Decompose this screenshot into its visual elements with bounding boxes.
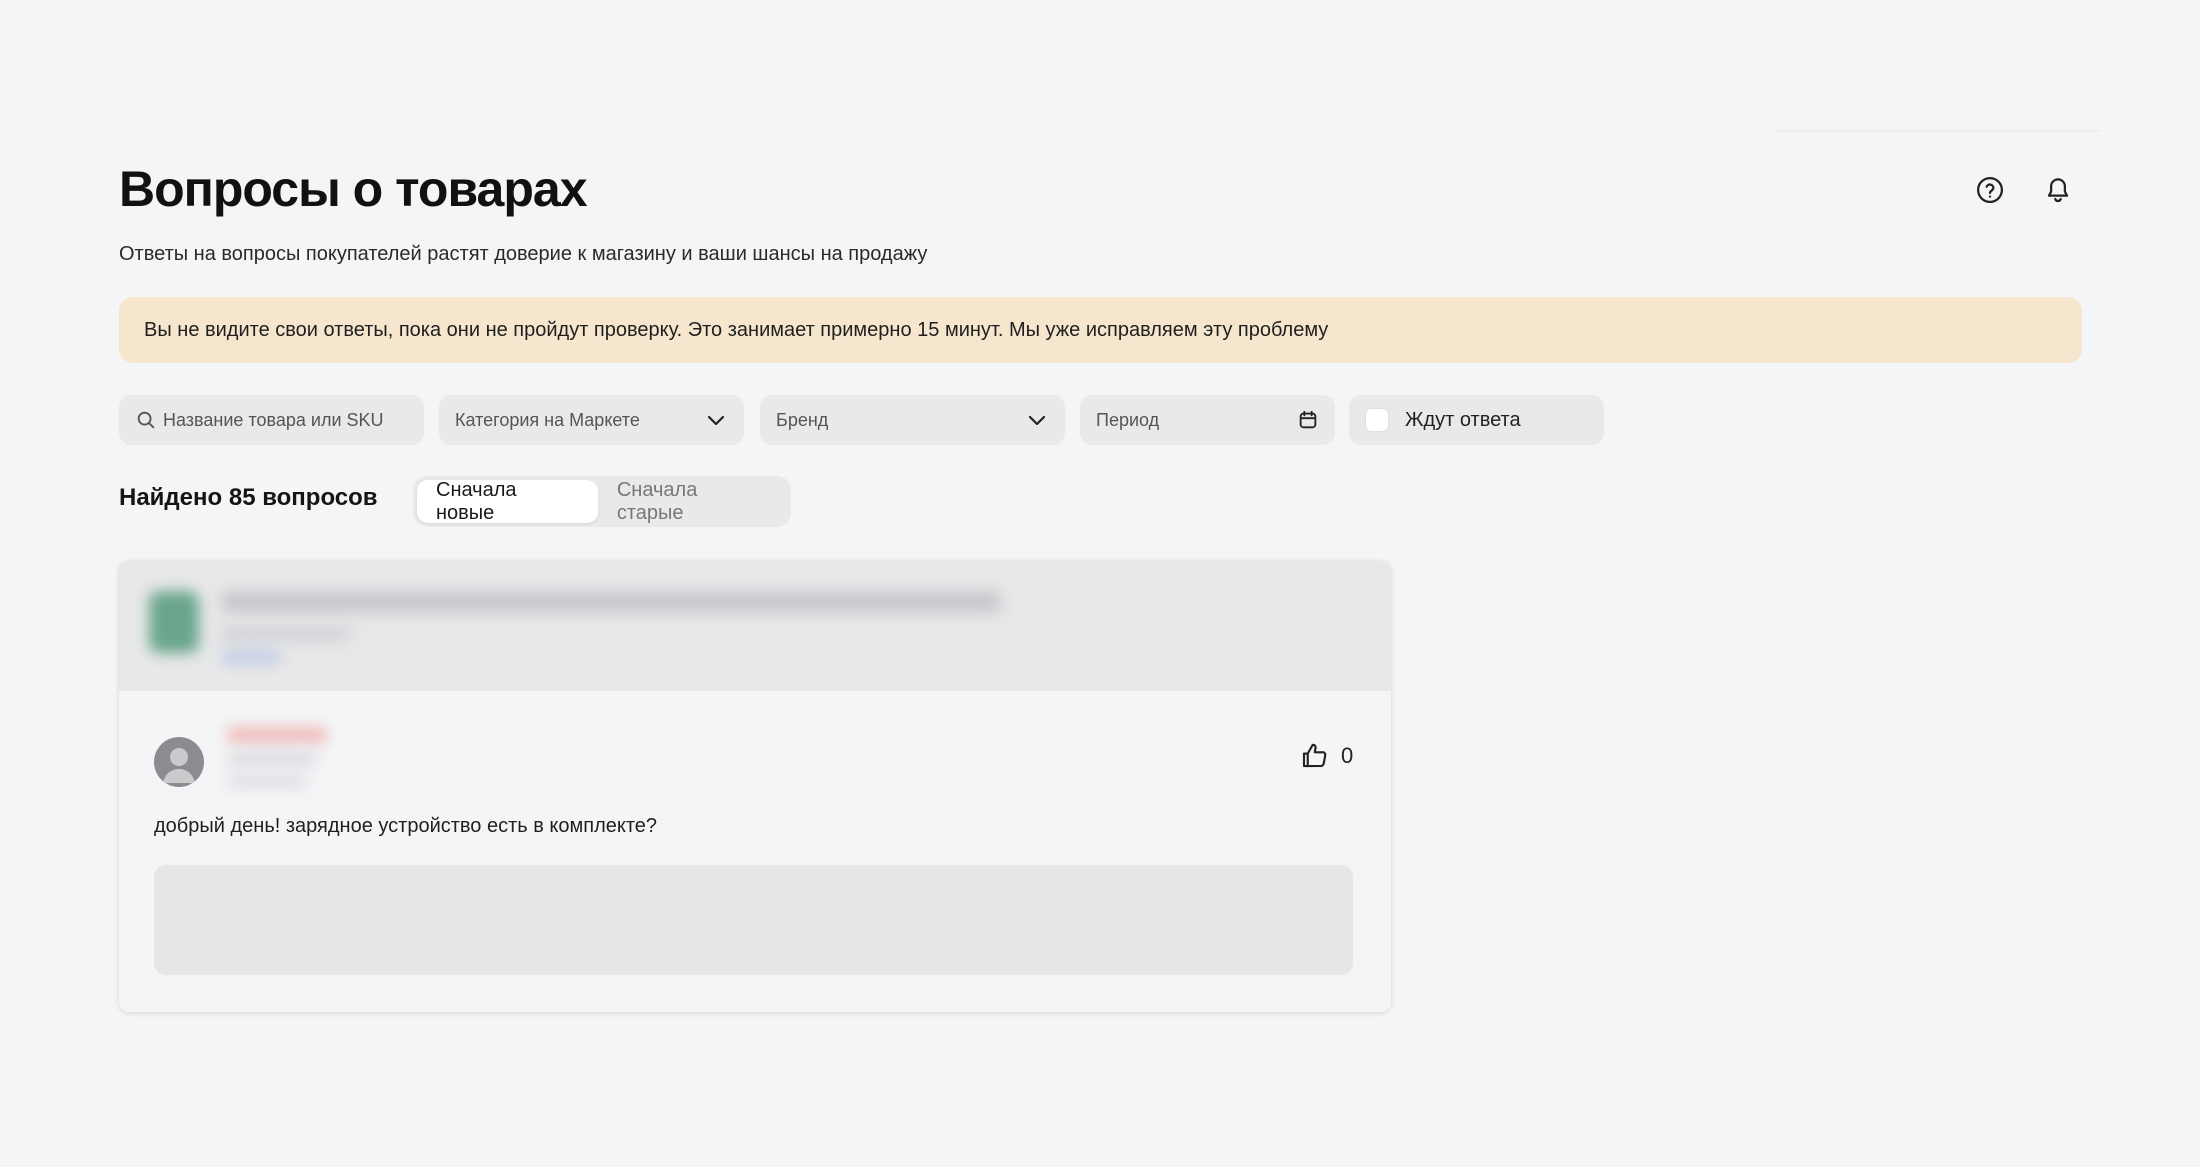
search-input[interactable]: Название товара или SKU (119, 395, 424, 445)
chevron-down-icon (1028, 415, 1046, 426)
bell-icon (2047, 178, 2069, 203)
question-card: 0 добрый день! зарядное устройство есть … (119, 561, 1391, 1012)
brand-label: Бренд (776, 409, 829, 430)
search-icon (137, 411, 155, 429)
top-divider (1775, 130, 2100, 132)
sort-oldest-button[interactable]: Сначала старые (598, 479, 787, 524)
author-meta-redacted (227, 753, 317, 765)
header-actions (1972, 172, 2076, 208)
awaiting-answer-label: Ждут ответа (1405, 408, 1521, 431)
product-image (149, 591, 199, 653)
calendar-icon (1299, 410, 1317, 429)
product-header[interactable] (119, 561, 1391, 691)
chevron-down-icon (707, 415, 725, 426)
period-picker[interactable]: Период (1080, 395, 1335, 445)
thumbs-up-icon (1302, 743, 1327, 768)
moderation-notice: Вы не видите свои ответы, пока они не пр… (119, 297, 2082, 363)
help-button[interactable] (1972, 172, 2008, 208)
brand-select[interactable]: Бренд (760, 395, 1065, 445)
awaiting-answer-filter[interactable]: Ждут ответа (1349, 395, 1604, 445)
page: Вопросы о товарах Ответы на вопросы поку… (0, 0, 2200, 1167)
help-icon (1977, 177, 2003, 203)
likes-count: 0 (1341, 743, 1354, 768)
results-count: Найдено 85 вопросов (119, 484, 378, 511)
avatar (154, 737, 204, 787)
user-icon (163, 748, 195, 783)
awaiting-answer-checkbox[interactable] (1365, 408, 1389, 432)
answer-input[interactable] (154, 865, 1353, 975)
product-meta-redacted (221, 627, 351, 641)
question-text: добрый день! зарядное устройство есть в … (154, 815, 658, 837)
notice-text: Вы не видите свои ответы, пока они не пр… (144, 318, 1329, 341)
page-title: Вопросы о товарах (119, 161, 588, 217)
product-title-redacted (221, 591, 1001, 613)
product-link-redacted (221, 651, 281, 663)
sort-newest-button[interactable]: Сначала новые (417, 479, 598, 524)
category-label: Категория на Маркете (455, 409, 640, 430)
notifications-button[interactable] (2040, 172, 2076, 208)
category-select[interactable]: Категория на Маркете (439, 395, 744, 445)
like-button[interactable]: 0 (1299, 741, 1353, 771)
page-subtitle: Ответы на вопросы покупателей растят дов… (119, 243, 928, 265)
question-date-redacted (227, 775, 307, 787)
search-placeholder: Название товара или SKU (163, 409, 384, 430)
sort-toggle: Сначала новые Сначала старые (413, 476, 791, 527)
period-label: Период (1096, 409, 1160, 430)
author-name-redacted (227, 727, 327, 743)
